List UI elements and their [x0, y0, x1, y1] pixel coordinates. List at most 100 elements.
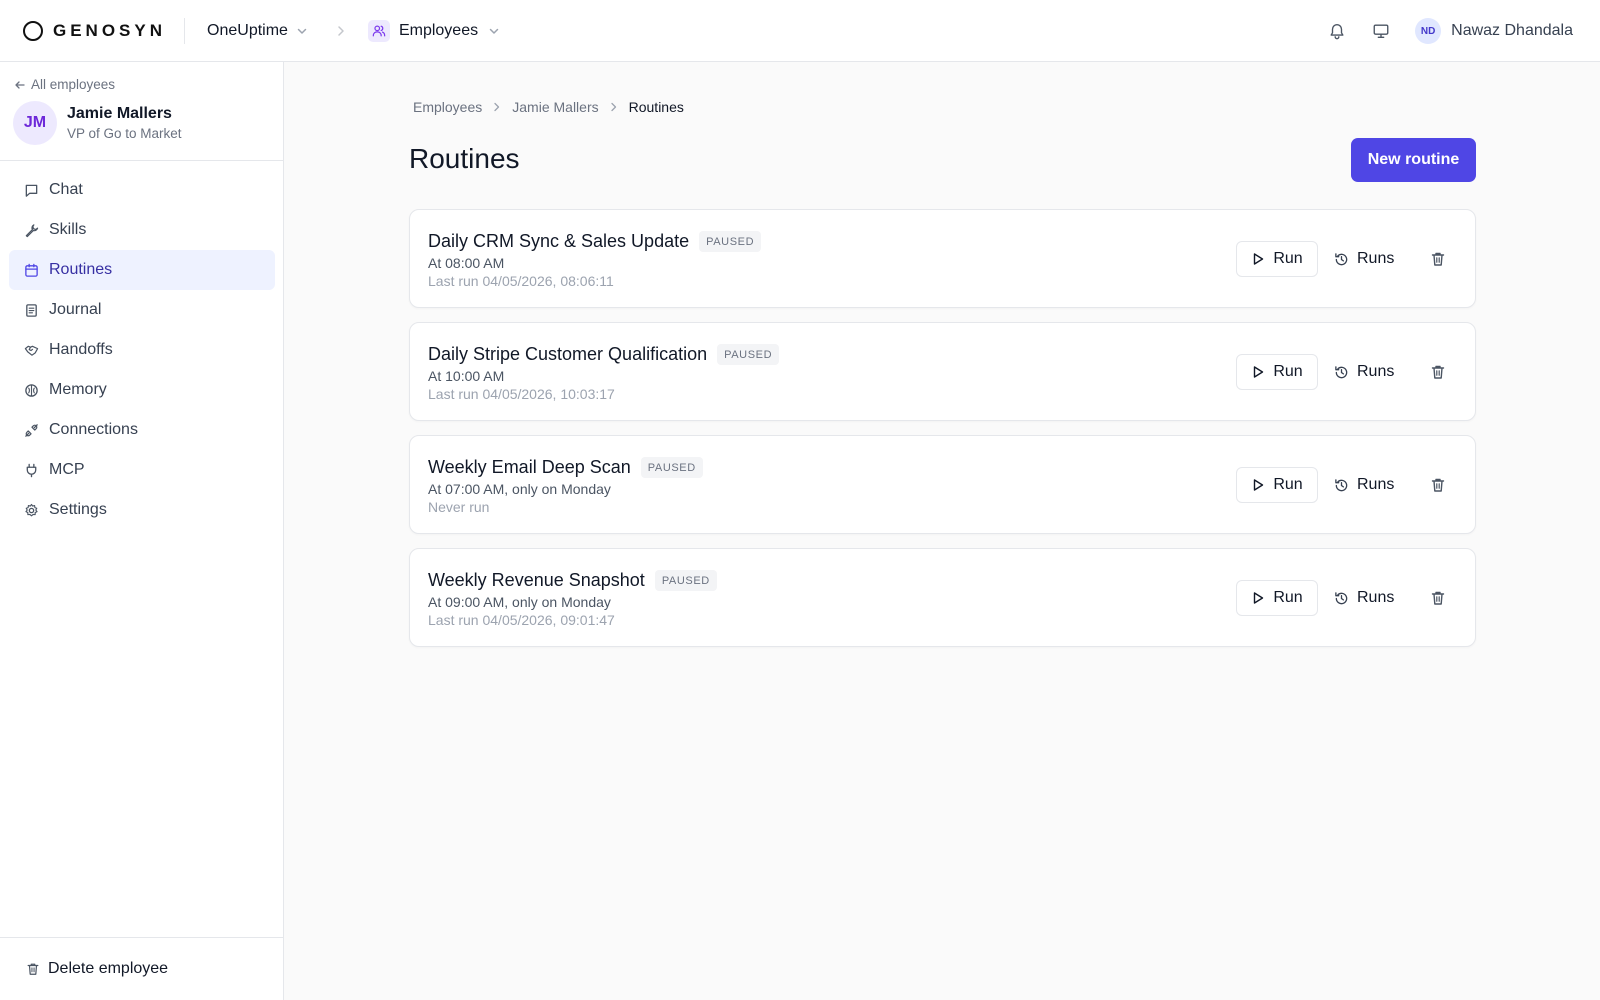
delete-routine-button[interactable]	[1426, 360, 1450, 384]
sidebar-item-label: Memory	[49, 381, 107, 398]
sidebar-item-handoffs[interactable]: Handoffs	[9, 330, 275, 370]
chevron-down-icon	[488, 25, 500, 37]
runs-button[interactable]: Runs	[1334, 467, 1394, 503]
delete-routine-button[interactable]	[1426, 586, 1450, 610]
employee-name: Jamie Mallers	[67, 105, 172, 122]
section-name: Employees	[398, 21, 479, 39]
routine-schedule: At 09:00 AM, only on Monday	[428, 594, 611, 610]
sidebar-item-chat[interactable]: Chat	[9, 170, 275, 210]
routine-name: Weekly Revenue Snapshot	[428, 570, 645, 590]
handshake-icon	[23, 342, 39, 358]
delete-employee-button[interactable]: Delete employee	[26, 960, 168, 978]
trash-icon	[1430, 477, 1446, 493]
status-badge: PAUSED	[640, 457, 703, 478]
divider	[184, 17, 186, 44]
routine-schedule: At 08:00 AM	[428, 255, 505, 271]
runs-label: Runs	[1357, 250, 1395, 267]
users-icon	[367, 19, 390, 42]
sidebar-item-label: Chat	[49, 181, 83, 198]
runs-label: Runs	[1357, 589, 1395, 606]
trash-icon	[1430, 590, 1446, 606]
sidebar-nav: Chat Skills Routines Journal Handoffs Me…	[9, 170, 275, 530]
routine-header: Weekly Revenue Snapshot PAUSED	[428, 570, 717, 591]
wrench-icon	[23, 222, 39, 238]
calendar-icon	[23, 262, 39, 278]
sidebar-item-label: Skills	[49, 221, 87, 238]
page-title: Routines	[409, 143, 520, 174]
plug-connection-icon	[23, 422, 39, 438]
avatar: ND	[1415, 18, 1442, 44]
run-button[interactable]: Run	[1236, 467, 1318, 503]
brain-icon	[23, 382, 39, 398]
routine-schedule: At 07:00 AM, only on Monday	[428, 481, 611, 497]
play-icon	[1251, 591, 1273, 605]
user-menu[interactable]: ND Nawaz Dhandala	[1415, 18, 1573, 44]
routine-last-run: Last run 04/05/2026, 10:03:17	[428, 386, 615, 402]
runs-button[interactable]: Runs	[1334, 241, 1394, 277]
sidebar-item-settings[interactable]: Settings	[9, 490, 275, 530]
status-badge: PAUSED	[699, 231, 762, 252]
notebook-icon	[23, 302, 39, 318]
routine-last-run: Never run	[428, 499, 490, 515]
plug-icon	[23, 462, 39, 478]
run-label: Run	[1273, 589, 1303, 606]
routine-header: Daily CRM Sync & Sales Update PAUSED	[428, 231, 762, 252]
chevron-right-icon	[493, 102, 501, 112]
delete-employee-label: Delete employee	[48, 960, 169, 977]
status-badge: PAUSED	[717, 344, 780, 365]
run-button[interactable]: Run	[1236, 354, 1318, 390]
delete-routine-button[interactable]	[1426, 247, 1450, 271]
runs-button[interactable]: Runs	[1334, 354, 1394, 390]
breadcrumb-employees[interactable]: Employees	[413, 99, 482, 115]
sidebar-item-mcp[interactable]: MCP	[9, 450, 275, 490]
sidebar-item-label: Journal	[49, 301, 102, 318]
back-to-employees-link[interactable]: All employees	[14, 77, 115, 92]
history-icon	[1334, 365, 1357, 380]
routine-last-run: Last run 04/05/2026, 09:01:47	[428, 612, 615, 628]
gear-icon	[23, 502, 39, 518]
runs-label: Runs	[1357, 363, 1395, 380]
routine-header: Daily Stripe Customer Qualification PAUS…	[428, 344, 780, 365]
sidebar-item-journal[interactable]: Journal	[9, 290, 275, 330]
sidebar-item-routines[interactable]: Routines	[9, 250, 275, 290]
history-icon	[1334, 252, 1357, 267]
trash-icon	[26, 962, 48, 976]
breadcrumb-employee[interactable]: Jamie Mallers	[512, 99, 598, 115]
employee-info: Jamie Mallers VP of Go to Market	[67, 105, 182, 141]
chat-icon	[23, 182, 39, 198]
sidebar-item-label: MCP	[49, 461, 85, 478]
routine-card: Daily Stripe Customer Qualification PAUS…	[409, 322, 1476, 421]
sidebar-item-memory[interactable]: Memory	[9, 370, 275, 410]
trash-icon	[1430, 251, 1446, 267]
run-label: Run	[1273, 476, 1303, 493]
trash-icon	[1430, 364, 1446, 380]
run-button[interactable]: Run	[1236, 241, 1318, 277]
employee-card: JM Jamie Mallers VP of Go to Market	[13, 101, 182, 145]
chevron-right-icon	[610, 102, 618, 112]
logo[interactable]: GENOSYN	[23, 0, 166, 62]
routine-last-run: Last run 04/05/2026, 08:06:11	[428, 273, 614, 289]
history-icon	[1334, 478, 1357, 493]
org-switcher[interactable]: OneUptime	[207, 22, 308, 40]
runs-button[interactable]: Runs	[1334, 580, 1394, 616]
logo-circle-icon	[23, 20, 43, 41]
monitor-icon[interactable]	[1367, 17, 1395, 45]
breadcrumb-current: Routines	[628, 99, 684, 115]
arrow-left-icon	[14, 79, 31, 91]
sidebar-item-label: Routines	[49, 261, 113, 278]
avatar: JM	[13, 101, 57, 145]
new-routine-button[interactable]: New routine	[1351, 138, 1476, 182]
delete-routine-button[interactable]	[1426, 473, 1450, 497]
sidebar-item-skills[interactable]: Skills	[9, 210, 275, 250]
chevron-down-icon	[296, 25, 308, 37]
play-icon	[1251, 478, 1273, 492]
routine-card: Weekly Revenue Snapshot PAUSED At 09:00 …	[409, 548, 1476, 647]
section-switcher[interactable]: Employees	[367, 19, 500, 42]
bell-icon[interactable]	[1323, 17, 1351, 45]
run-button[interactable]: Run	[1236, 580, 1318, 616]
sidebar-item-connections[interactable]: Connections	[9, 410, 275, 450]
top-bar: GENOSYN OneUptime Employees ND Nawaz Dha…	[0, 0, 1600, 62]
sidebar-item-label: Handoffs	[49, 341, 113, 358]
sidebar: All employees JM Jamie Mallers VP of Go …	[0, 62, 284, 1000]
routine-card: Daily CRM Sync & Sales Update PAUSED At …	[409, 209, 1476, 308]
